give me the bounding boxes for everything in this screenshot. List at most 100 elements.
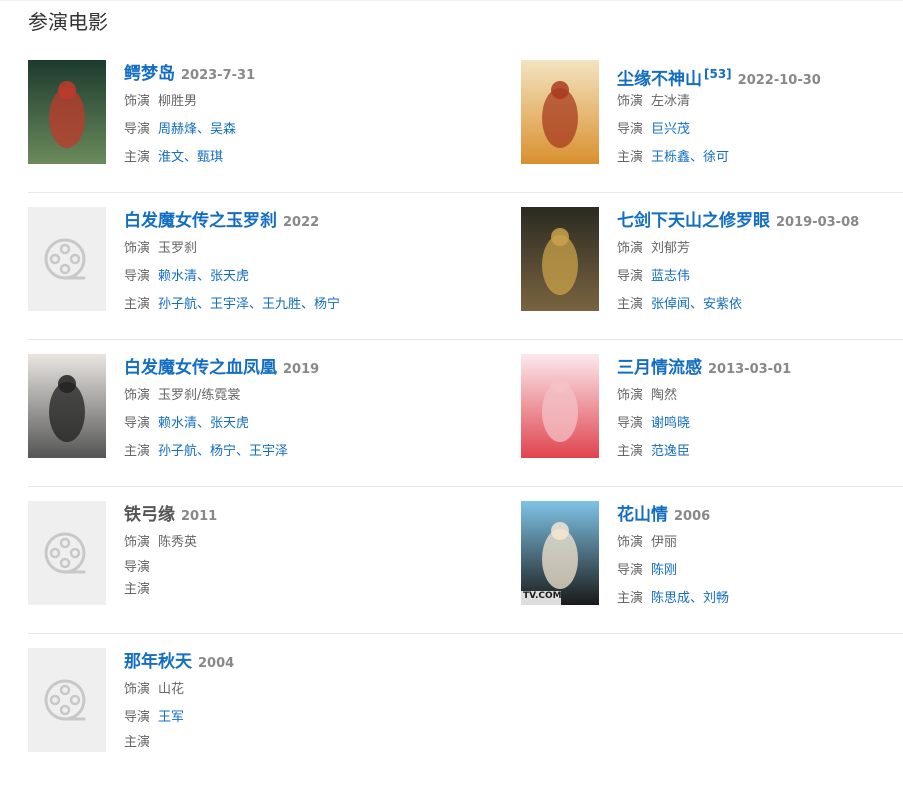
film-card: 那年秋天 2004 饰演 山花 导演 王军 主演 [28,648,448,758]
reference-link[interactable]: [53] [704,67,732,81]
film-year: 2013-03-01 [708,362,792,377]
cast-label: 主演 [617,444,644,459]
cast-row: 主演 [124,732,454,754]
film-title-link[interactable]: 那年秋天 [124,652,192,672]
film-card: 鳄梦岛 2023-7-31 饰演 柳胜男 导演 周赫烽、吴森 主演 淮文、甄琪 [28,60,448,170]
film-title-link[interactable]: 七剑下天山之修罗眼 [617,211,770,231]
director-label: 导演 [617,269,644,284]
film-title-link[interactable]: 铁弓缘 [124,505,175,525]
director-value[interactable]: 赖水清、张天虎 [158,269,249,284]
film-title-line: 花山情 2006 [617,501,903,529]
director-value[interactable]: 谢鸣晓 [651,416,690,431]
director-value[interactable]: 蓝志伟 [651,269,690,284]
director-row: 导演 巨兴茂 [617,116,903,144]
film-card: 白发魔女传之玉罗刹 2022 饰演 玉罗刹 导演 赖水清、张天虎 主演 孙子航、王宇泽、王九胜… [28,207,448,317]
director-label: 导演 [124,416,151,431]
role-value: 玉罗刹 [158,241,198,256]
film-title-line: 白发魔女传之玉罗刹 2022 [124,207,454,235]
director-value[interactable]: 陈刚 [651,563,677,578]
film-poster[interactable] [521,354,599,458]
film-year: 2022-10-30 [737,73,821,89]
film-row: 白发魔女传之玉罗刹 2022 饰演 玉罗刹 导演 赖水清、张天虎 主演 孙子航、王宇泽、王九胜… [28,207,903,354]
cast-row: 主演 淮文、甄琪 [124,144,454,172]
cast-row: 主演 陈思成、刘畅 [617,585,903,613]
film-year: 2023-7-31 [181,68,256,83]
role-value: 柳胜男 [158,94,198,109]
cast-row: 主演 张倬闻、安紫依 [617,291,903,319]
film-title-link[interactable]: 白发魔女传之玉罗刹 [124,211,277,231]
film-title-line: 白发魔女传之血凤凰 2019 [124,354,454,382]
role-label: 饰演 [617,388,644,403]
role-row: 饰演 刘郁芳 [617,235,903,263]
role-row: 饰演 山花 [124,676,454,704]
director-row: 导演 赖水清、张天虎 [124,263,454,291]
director-label: 导演 [617,122,644,137]
film-title-link[interactable]: 白发魔女传之血凤凰 [124,358,277,378]
director-value[interactable]: 巨兴茂 [651,122,690,137]
film-poster[interactable] [28,354,106,458]
poster-image [28,60,106,164]
director-label: 导演 [124,269,151,284]
cast-value[interactable]: 淮文、甄琪 [158,150,223,165]
cast-value[interactable]: 范逸臣 [651,444,690,459]
role-row: 饰演 陈秀英 [124,529,454,557]
director-label: 导演 [617,563,644,578]
director-row: 导演 谢鸣晓 [617,410,903,438]
film-row: 鳄梦岛 2023-7-31 饰演 柳胜男 导演 周赫烽、吴森 主演 淮文、甄琪 尘缘不神山 [53… [28,60,903,207]
film-card: 七剑下天山之修罗眼 2019-03-08 饰演 刘郁芳 导演 蓝志伟 主演 张倬闻、安紫依 [521,207,903,317]
film-poster[interactable] [28,648,106,752]
film-card: 铁弓缘 2011 饰演 陈秀英 导演 主演 [28,501,448,611]
director-label: 导演 [124,560,151,575]
cast-value[interactable]: 孙子航、杨宁、王宇泽 [158,444,288,459]
film-year: 2006 [674,509,711,524]
film-row: 白发魔女传之血凤凰 2019 饰演 玉罗刹/练霓裳 导演 赖水清、张天虎 主演 孙子航、杨宁、… [28,354,903,501]
film-title-line: 三月情流感 2013-03-01 [617,354,903,382]
film-reel-icon [28,501,106,605]
film-info: 铁弓缘 2011 饰演 陈秀英导演主演 [124,501,454,601]
cast-label: 主演 [617,150,644,165]
director-value[interactable]: 周赫烽、吴森 [158,122,236,137]
cast-label: 主演 [124,582,151,597]
film-poster[interactable] [28,207,106,311]
cast-value[interactable]: 张倬闻、安紫依 [651,297,742,312]
poster-image [521,207,599,311]
film-reel-icon [28,207,106,311]
role-value: 刘郁芳 [651,241,691,256]
cast-value[interactable]: 陈思成、刘畅 [651,591,729,606]
top-divider [0,0,903,1]
film-title-line: 七剑下天山之修罗眼 2019-03-08 [617,207,903,235]
role-value: 伊丽 [651,535,678,550]
film-poster[interactable]: TV.COM [521,501,599,605]
film-poster[interactable] [521,207,599,311]
role-row: 饰演 左冰清 [617,88,903,116]
cast-label: 主演 [617,297,644,312]
role-row: 饰演 伊丽 [617,529,903,557]
film-info: 鳄梦岛 2023-7-31 饰演 柳胜男 导演 周赫烽、吴森 主演 淮文、甄琪 [124,60,454,172]
poster-image [28,354,106,458]
film-poster[interactable] [28,501,106,605]
role-row: 饰演 玉罗刹 [124,235,454,263]
role-label: 饰演 [124,241,151,256]
film-row: 那年秋天 2004 饰演 山花 导演 王军 主演 [28,648,903,795]
role-label: 饰演 [124,94,151,109]
role-label: 饰演 [617,94,644,109]
film-title-link[interactable]: 尘缘不神山 [617,69,702,89]
cast-value[interactable]: 孙子航、王宇泽、王九胜、杨宁 [158,297,340,312]
film-title-link[interactable]: 三月情流感 [617,358,702,378]
film-info: 尘缘不神山 [53] 2022-10-30 饰演 左冰清 导演 巨兴茂 主演 王栎鑫、徐可 [617,60,903,172]
cast-value[interactable]: 王栎鑫、徐可 [651,150,729,165]
film-card: TV.COM 花山情 2006 饰演 伊丽 导演 陈刚 主演 陈思成、刘畅 [521,501,903,611]
film-title-link[interactable]: 鳄梦岛 [124,64,175,84]
film-year: 2011 [181,509,218,524]
film-poster[interactable] [521,60,599,164]
director-value[interactable]: 王军 [158,710,184,725]
director-row: 导演 蓝志伟 [617,263,903,291]
role-label: 饰演 [617,535,644,550]
film-title-line: 那年秋天 2004 [124,648,454,676]
role-row: 饰演 柳胜男 [124,88,454,116]
role-value: 玉罗刹/练霓裳 [158,388,241,403]
film-title-link[interactable]: 花山情 [617,505,668,525]
film-poster[interactable] [28,60,106,164]
role-row: 饰演 玉罗刹/练霓裳 [124,382,454,410]
director-value[interactable]: 赖水清、张天虎 [158,416,249,431]
